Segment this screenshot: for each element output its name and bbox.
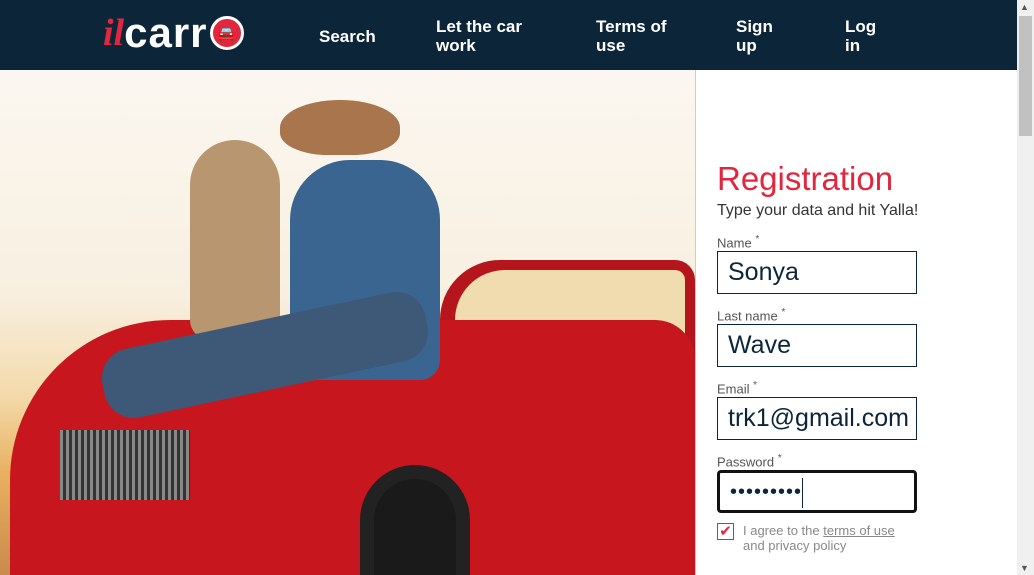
agree-row: ✔ I agree to the terms of use and privacy… bbox=[717, 523, 927, 553]
nav-search[interactable]: Search bbox=[319, 27, 376, 46]
scroll-up-icon[interactable]: ▲ bbox=[1020, 2, 1029, 12]
ilcarro-logo[interactable]: il carr 🚘 bbox=[103, 9, 244, 56]
nav-terms[interactable]: Terms of use bbox=[596, 17, 676, 55]
agree-checkbox[interactable]: ✔ bbox=[717, 523, 734, 540]
form-title: Registration bbox=[717, 160, 894, 197]
email-label: Email * bbox=[717, 380, 758, 397]
name-input[interactable]: Sonya bbox=[717, 251, 917, 294]
password-input[interactable]: ••••••••• bbox=[717, 470, 917, 513]
nav-login[interactable]: Log in bbox=[845, 17, 880, 55]
lastname-input[interactable]: Wave bbox=[717, 324, 917, 367]
hero-image-couple-on-red-car bbox=[0, 70, 695, 575]
car-icon: 🚘 bbox=[209, 16, 244, 50]
lastname-label: Last name * bbox=[717, 307, 786, 324]
registration-form: Registration Type your data and hit Yall… bbox=[717, 160, 927, 553]
logo-il: il bbox=[103, 12, 125, 54]
logo-carr: carr bbox=[124, 9, 208, 56]
email-input[interactable]: trk1@gmail.com bbox=[717, 397, 917, 440]
terms-link[interactable]: terms of use bbox=[823, 523, 895, 538]
nav-signup[interactable]: Sign up bbox=[736, 17, 776, 55]
nav-let-car-work[interactable]: Let the car work bbox=[436, 17, 536, 55]
navbar: il carr 🚘 Search Let the car work Terms … bbox=[0, 0, 1017, 70]
scroll-down-icon[interactable]: ▼ bbox=[1020, 563, 1029, 573]
form-subtitle: Type your data and hit Yalla! bbox=[717, 202, 919, 219]
divider bbox=[695, 70, 696, 575]
password-label: Password * bbox=[717, 453, 782, 470]
scrollbar-thumb[interactable] bbox=[1019, 16, 1032, 136]
name-label: Name * bbox=[717, 234, 760, 251]
